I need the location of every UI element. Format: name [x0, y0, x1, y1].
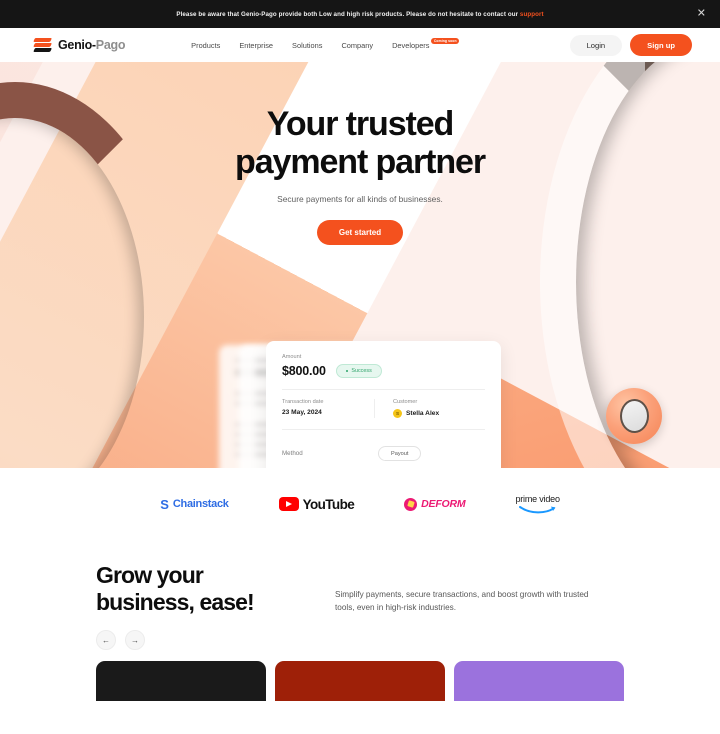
amount-value: $800.00 [282, 364, 326, 378]
row-key-method: Method [282, 450, 303, 457]
customer-value: S Stella Alex [393, 409, 485, 418]
transaction-meta-row: Transaction date 23 May, 2024 Customer S… [282, 399, 485, 418]
transaction-date-col: Transaction date 23 May, 2024 [282, 399, 374, 418]
nav-badge-coming-soon: Coming soon [431, 37, 460, 45]
carousel-next-icon[interactable]: → [125, 630, 145, 651]
hero-title-line2: payment partner [235, 142, 486, 181]
customer-label: Customer [393, 399, 418, 405]
deform-label: DEFORM [421, 498, 466, 510]
grow-title: Grow your business, ease! [96, 562, 301, 616]
status-label: Success [351, 368, 372, 374]
carousel-prev-icon[interactable]: ← [96, 630, 116, 651]
transaction-card: Amount $800.00 Success Transaction date … [266, 341, 501, 468]
status-badge: Success [335, 364, 382, 378]
get-started-button[interactable]: Get started [316, 220, 404, 246]
decorative-torus-icon [606, 388, 662, 444]
logo-mark-icon [33, 38, 53, 53]
amount-row: $800.00 Success [282, 364, 485, 378]
customer-name: Stella Alex [406, 410, 440, 417]
avatar: S [393, 409, 402, 418]
grow-description: Simplify payments, secure transactions, … [335, 590, 589, 613]
status-dot-icon [345, 369, 349, 373]
hero-section: Your trusted payment partner Secure paym… [0, 62, 720, 468]
nav-item-products[interactable]: Products [191, 41, 220, 50]
deform-mark-icon [404, 497, 418, 511]
hero-content: Your trusted payment partner Secure paym… [0, 62, 720, 246]
hero-title-line1: Your trusted [266, 105, 455, 143]
promo-card-red[interactable] [275, 661, 445, 702]
promo-cards-row [0, 661, 720, 702]
promo-card-dark[interactable] [96, 661, 266, 702]
logo-youtube: YouTube [278, 496, 355, 512]
support-link[interactable]: support [520, 11, 544, 18]
grow-title-line2: business, ease! [96, 589, 255, 616]
announcement-banner: Please be aware that Genio-Pago provide … [0, 0, 720, 28]
brand-name-primary: Genio- [58, 38, 96, 52]
partner-logo-strip: S Chainstack YouTube DEFORM prime video [0, 468, 720, 540]
nav-item-enterprise[interactable]: Enterprise [239, 41, 273, 50]
customer-col: Customer S Stella Alex [374, 399, 485, 418]
divider [282, 389, 485, 390]
prime-video-label: prime video [515, 493, 560, 504]
promo-card-purple[interactable] [454, 661, 624, 702]
site-header: Genio-Pago Products Enterprise Solutions… [0, 28, 720, 62]
nav-item-solutions[interactable]: Solutions [292, 41, 322, 50]
transaction-date-label: Transaction date [282, 399, 324, 405]
main-nav: Products Enterprise Solutions Company De… [191, 37, 460, 50]
amazon-smile-icon [518, 505, 556, 513]
brand-logo[interactable]: Genio-Pago [33, 38, 125, 53]
method-pill: Payout [378, 446, 422, 461]
carousel-controls: ← → [0, 616, 720, 651]
announcement-message: Please be aware that Genio-Pago provide … [176, 10, 520, 18]
logo-chainstack: S Chainstack [160, 496, 229, 512]
chainstack-label: Chainstack [172, 498, 229, 510]
amount-label: Amount [282, 354, 302, 360]
grow-section: Grow your business, ease! Simplify payme… [0, 540, 720, 616]
divider-2 [282, 429, 485, 430]
transaction-date-value: 23 May, 2024 [282, 409, 322, 416]
nav-item-developers-label: Developers [392, 40, 430, 50]
logo-deform: DEFORM [404, 497, 466, 511]
close-icon[interactable]: ✕ [697, 8, 706, 20]
nav-item-company[interactable]: Company [341, 41, 373, 50]
table-row: Method Payout [282, 439, 485, 468]
header-actions: Login Sign up [569, 34, 692, 56]
signup-button[interactable]: Sign up [630, 34, 692, 56]
hero-subtitle: Secure payments for all kinds of busines… [277, 194, 443, 205]
brand-name-secondary: Pago [95, 38, 126, 52]
announcement-text: Please be aware that Genio-Pago provide … [176, 11, 543, 18]
grow-title-line1: Grow your [96, 562, 204, 588]
youtube-play-icon [278, 497, 299, 511]
hero-title: Your trusted payment partner [0, 105, 720, 181]
login-button[interactable]: Login [569, 34, 623, 56]
youtube-label: YouTube [302, 496, 355, 512]
chainstack-mark-icon: S [160, 496, 169, 512]
nav-item-developers[interactable]: Developers Coming soon [392, 37, 460, 50]
logo-prime-video: prime video [515, 493, 560, 514]
brand-name: Genio-Pago [58, 38, 125, 52]
